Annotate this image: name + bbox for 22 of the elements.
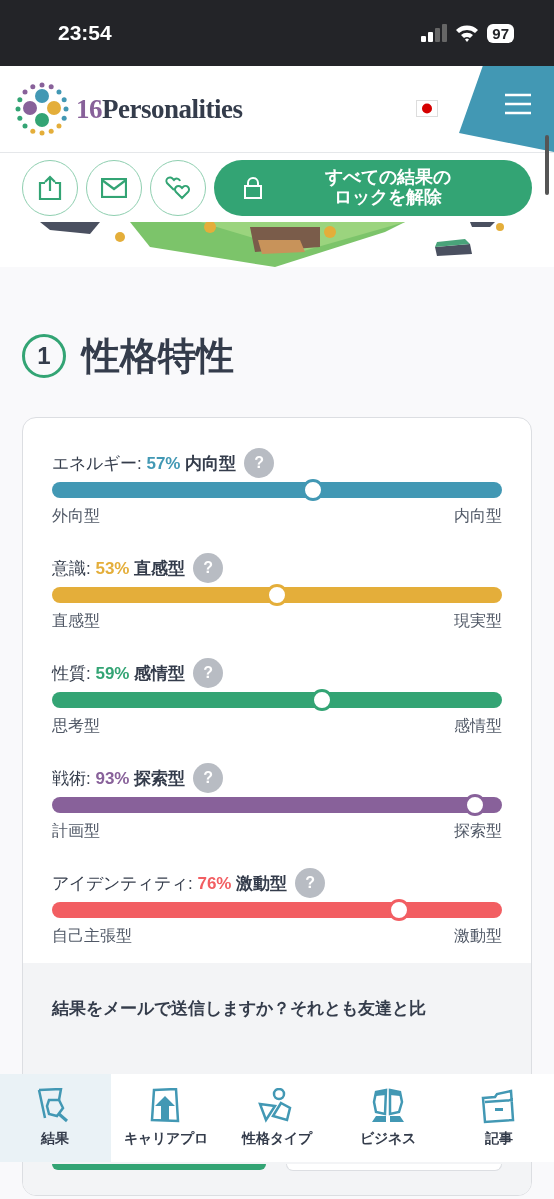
trait-left-label: 自己主張型 <box>52 926 132 946</box>
trait-label: 意識: 53% 直感型 <box>52 557 186 580</box>
trait-left-label: 計画型 <box>52 821 100 841</box>
trait-label: エネルギー: 57% 内向型 <box>52 452 237 475</box>
status-time: 23:54 <box>58 21 112 45</box>
trait-label: 性質: 59% 感情型 <box>52 662 186 685</box>
trait-right-label: 現実型 <box>454 611 502 631</box>
logo-text[interactable]: 16Personalities <box>76 93 243 125</box>
battery-level: 97 <box>487 23 514 43</box>
section-number: 1 <box>22 334 66 378</box>
section-title: 性格特性 <box>82 333 234 379</box>
trait-left-label: 外向型 <box>52 506 100 526</box>
trait-right-label: 探索型 <box>454 821 502 841</box>
trait-left-label: 思考型 <box>52 716 100 736</box>
share-question: 結果をメールで送信しますか？それとも友達と比 <box>52 998 427 1020</box>
trait-left-label: 直感型 <box>52 611 100 631</box>
trait-right-label: 内向型 <box>454 506 502 526</box>
trait-right-label: 激動型 <box>454 926 502 946</box>
trait-label: 戦術: 93% 探索型 <box>52 767 186 790</box>
trait-label: アイデンティティ: 76% 激動型 <box>52 872 288 895</box>
nav-tab[interactable]: 結果 <box>0 1074 111 1162</box>
trait-right-label: 感情型 <box>454 716 502 736</box>
